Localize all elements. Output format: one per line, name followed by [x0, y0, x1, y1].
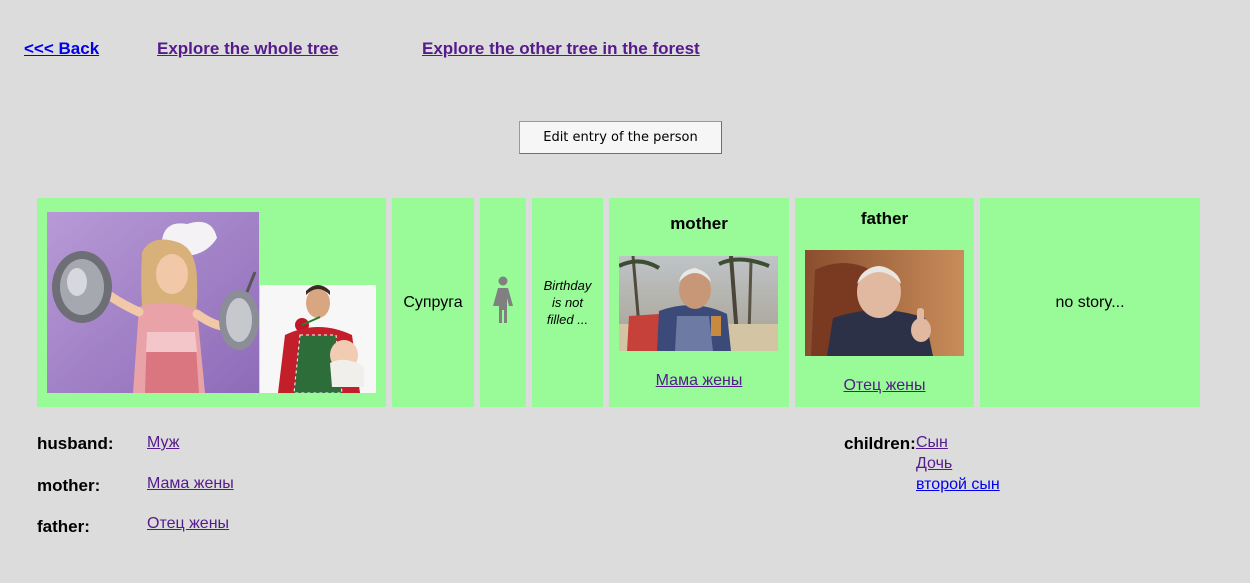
- child-link[interactable]: Дочь: [916, 455, 952, 473]
- person-photo[interactable]: [47, 212, 259, 393]
- husband-label: husband:: [37, 434, 114, 453]
- edit-entry-button[interactable]: Edit entry of the person: [519, 121, 722, 154]
- story-cell: no story...: [980, 198, 1200, 407]
- birthday-cell: Birthday is not filled ...: [532, 198, 603, 407]
- mother-photo[interactable]: [619, 256, 778, 351]
- female-icon: [492, 276, 514, 329]
- father-relation-link[interactable]: Отец жены: [147, 515, 229, 533]
- person-photos-cell: [37, 198, 386, 407]
- children-label: children:: [844, 434, 916, 453]
- relation-cell: Супруга: [392, 198, 474, 407]
- explore-other-tree-link[interactable]: Explore the other tree in the forest: [422, 39, 700, 59]
- explore-whole-tree-link[interactable]: Explore the whole tree: [157, 39, 338, 59]
- father-link[interactable]: Отец жены: [795, 377, 974, 395]
- story-text: no story...: [1055, 293, 1125, 311]
- father-photo[interactable]: [805, 250, 964, 356]
- father-title: father: [860, 209, 909, 228]
- mother-cell: mother Мама жены: [609, 198, 789, 407]
- husband-link[interactable]: Муж: [147, 434, 179, 452]
- back-link[interactable]: <<< Back: [24, 39, 99, 59]
- spouse-with-child-photo[interactable]: [260, 285, 376, 393]
- father-label: father:: [37, 517, 90, 536]
- mother-title: mother: [670, 214, 728, 233]
- gender-cell: [480, 198, 526, 407]
- child-link[interactable]: второй сын: [916, 476, 1000, 494]
- mother-link[interactable]: Мама жены: [609, 372, 789, 390]
- birthday-text: Birthday is not filled ...: [543, 278, 592, 327]
- relation-text: Супруга: [403, 293, 463, 311]
- mother-label: mother:: [37, 476, 101, 495]
- father-cell: father Отец жены: [795, 198, 974, 407]
- child-link[interactable]: Сын: [916, 434, 948, 452]
- mother-relation-link[interactable]: Мама жены: [147, 475, 234, 493]
